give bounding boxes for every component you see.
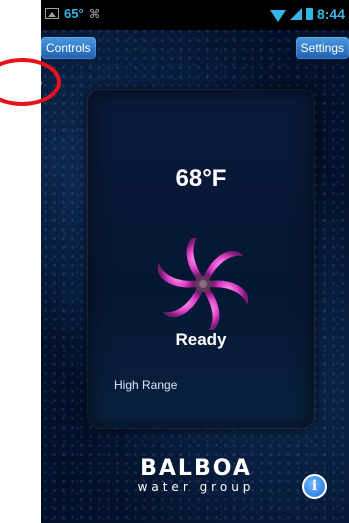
temperature-range-label: High Range (114, 378, 178, 392)
info-button[interactable]: i (302, 474, 327, 499)
signal-icon (289, 8, 302, 20)
info-icon: i (311, 478, 318, 494)
image-notification-icon (45, 8, 59, 19)
spa-status-panel: 68°F Ready High Range (88, 90, 314, 428)
cloud-connection-area (0, 58, 62, 106)
spa-status-label: Ready (175, 330, 227, 349)
phone-screen: 65° ⌘ 8:44 Controls Settings 68°F Ready … (41, 0, 349, 523)
heater-swirl-icon[interactable] (157, 238, 249, 330)
settings-button[interactable]: Settings (295, 37, 349, 59)
gesture-icon: ⌘ (88, 6, 101, 21)
brand-name: BALBOA (140, 456, 252, 481)
status-bar: 65° ⌘ 8:44 (41, 0, 349, 30)
status-temperature: 65° (64, 6, 84, 21)
current-temperature: 68°F (175, 165, 227, 192)
brand-subtitle: water group (137, 480, 255, 494)
cloud-icon[interactable] (0, 66, 42, 96)
status-time: 8:44 (316, 6, 345, 22)
battery-icon (305, 8, 313, 20)
wifi-icon (269, 10, 286, 22)
brand-logo: BALBOA water group (121, 456, 271, 494)
controls-button[interactable]: Controls (41, 37, 96, 59)
